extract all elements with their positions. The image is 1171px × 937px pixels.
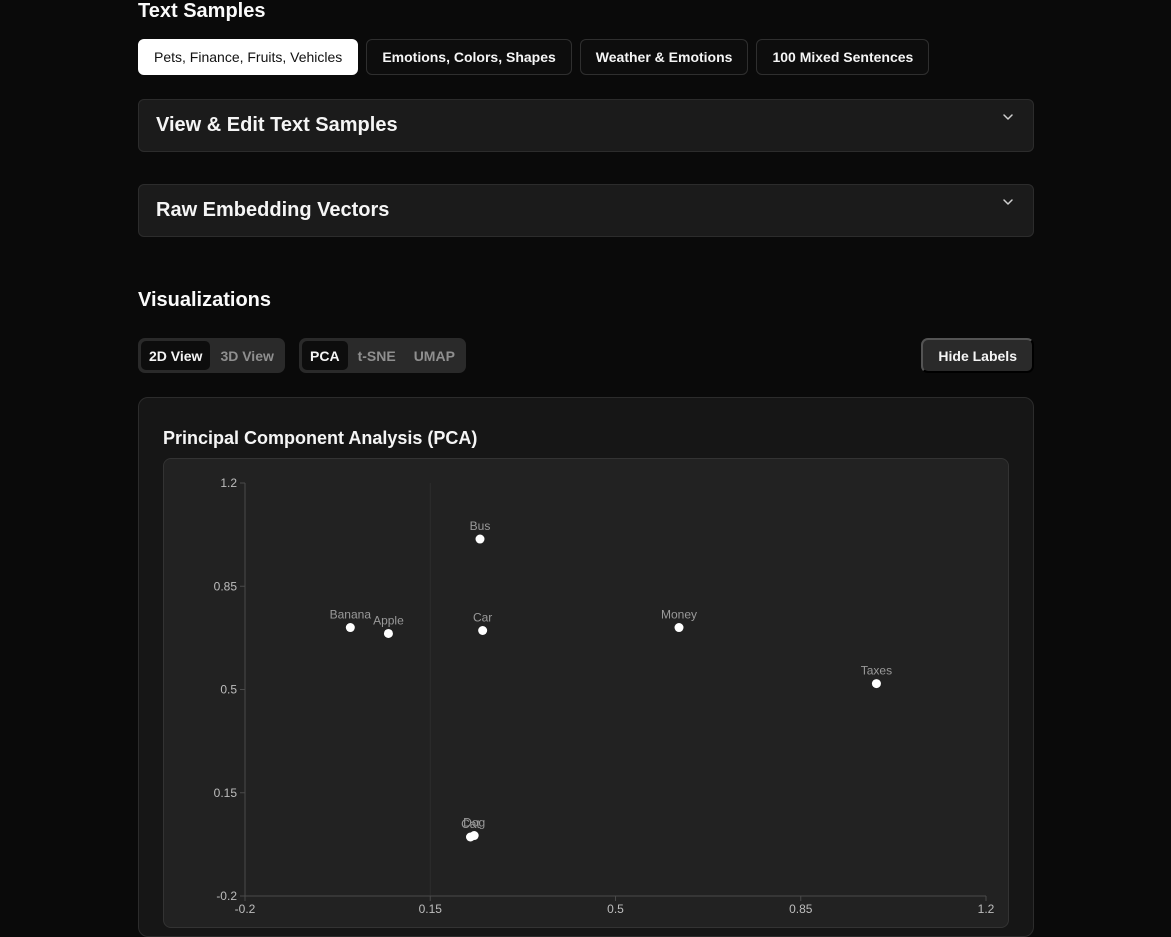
x-tick-label: 0.15 — [419, 902, 443, 916]
x-tick-label: 0.85 — [789, 902, 813, 916]
chart-title: Principal Component Analysis (PCA) — [163, 428, 478, 448]
data-point-label: Bus — [470, 519, 491, 533]
y-tick-label: 0.5 — [220, 683, 237, 697]
hide-labels-button[interactable]: Hide Labels — [921, 338, 1034, 373]
text-samples-heading: Text Samples — [138, 0, 266, 22]
preset-pets-finance-button[interactable]: Pets, Finance, Fruits, Vehicles — [138, 39, 359, 75]
algo-tsne-tab[interactable]: t-SNE — [350, 341, 404, 370]
accordion-title: View & Edit Text Samples — [156, 114, 398, 136]
data-point-label: Money — [661, 608, 697, 622]
view-2d-tab[interactable]: 2D View — [141, 341, 211, 370]
y-tick-label: 0.85 — [214, 579, 238, 593]
data-point — [345, 623, 355, 633]
preset-weather-emotions-button[interactable]: Weather & Emotions — [579, 39, 749, 75]
data-point — [871, 679, 881, 689]
raw-embedding-accordion[interactable]: Raw Embedding Vectors — [138, 184, 1034, 237]
pca-scatter-chart: -0.2 0.15 0.5 0.85 1.2 -0.2 0.15 0.5 0.85 1.2 Bus B… — [214, 476, 995, 916]
view-3d-tab[interactable]: 3D View — [212, 341, 281, 370]
x-tick-label: -0.2 — [235, 902, 256, 916]
preset-emotions-colors-button[interactable]: Emotions, Colors, Shapes — [366, 39, 572, 75]
algo-umap-tab[interactable]: UMAP — [406, 341, 463, 370]
algo-pca-tab[interactable]: PCA — [302, 341, 348, 370]
accordion-title: Raw Embedding Vectors — [156, 199, 390, 221]
scatter-plot-area: -0.2 0.15 0.5 0.85 1.2 -0.2 0.15 0.5 0.85 1.2 Bus B… — [163, 458, 1009, 928]
preset-selector: Pets, Finance, Fruits, Vehicles Emotions… — [138, 39, 930, 75]
pca-card: Principal Component Analysis (PCA) -0.2 0… — [138, 397, 1034, 937]
x-tick-label: 0.5 — [607, 902, 624, 916]
view-edit-samples-accordion[interactable]: View & Edit Text Samples — [138, 99, 1034, 152]
chevron-down-icon — [1003, 114, 1013, 120]
data-point — [465, 832, 475, 842]
chevron-down-icon — [1003, 199, 1013, 205]
data-point-label: Car — [473, 611, 492, 625]
preset-mixed-sentences-button[interactable]: 100 Mixed Sentences — [756, 39, 930, 75]
data-point-label: Taxes — [861, 664, 892, 678]
visualizations-heading: Visualizations — [138, 289, 272, 311]
data-point-label: Cat — [461, 817, 480, 831]
data-point — [383, 628, 393, 638]
algorithm-toggle: PCA t-SNE UMAP — [299, 338, 466, 373]
data-point-label: Apple — [373, 613, 404, 627]
data-point — [478, 626, 488, 635]
y-tick-label: 1.2 — [220, 476, 237, 490]
x-tick-label: 1.2 — [978, 902, 995, 916]
data-point — [475, 534, 485, 544]
data-point-label: Banana — [330, 608, 372, 622]
y-tick-label: 0.15 — [214, 786, 238, 800]
view-mode-toggle: 2D View 3D View — [138, 338, 285, 373]
y-tick-label: -0.2 — [216, 889, 237, 903]
data-point — [674, 623, 684, 633]
